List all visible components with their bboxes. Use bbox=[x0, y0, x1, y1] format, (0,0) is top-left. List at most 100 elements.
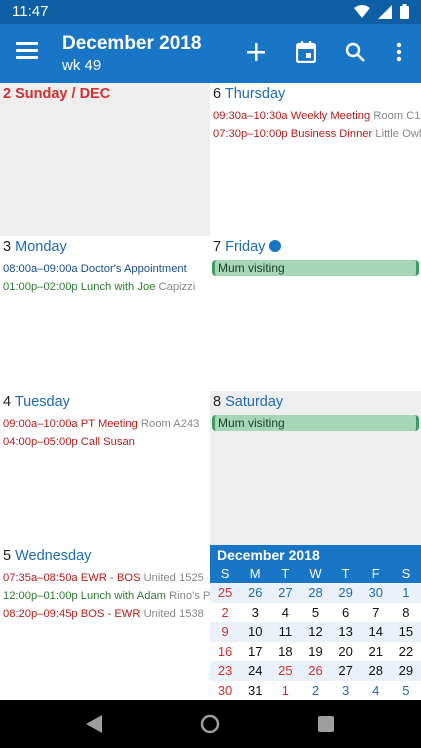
mini-calendar-day[interactable]: 27 bbox=[270, 583, 301, 603]
mini-calendar-day[interactable]: 21 bbox=[361, 642, 391, 662]
mini-calendar-day[interactable]: 1 bbox=[270, 681, 300, 701]
mini-calendar-day[interactable]: 9 bbox=[210, 622, 241, 642]
day-cell-tuesday[interactable]: 4 Tuesday 09:00a–10:00a PT Meeting Room … bbox=[0, 391, 210, 545]
mini-calendar-day[interactable]: 1 bbox=[390, 583, 421, 603]
mini-calendar-day[interactable]: 6 bbox=[331, 603, 361, 623]
mini-calendar-day[interactable]: 13 bbox=[330, 622, 361, 642]
mini-calendar-day[interactable]: 29 bbox=[330, 583, 361, 603]
page-title[interactable]: December 2018 bbox=[62, 33, 201, 55]
event-item[interactable]: 04:00p–05:00p Call Susan bbox=[3, 433, 210, 451]
search-icon bbox=[345, 42, 365, 62]
weekday-label: T bbox=[281, 566, 290, 581]
event-item[interactable]: 07:35a–08:50a EWR - BOS United 1525 bbox=[3, 569, 210, 587]
mini-calendar-day[interactable]: 15 bbox=[390, 622, 421, 642]
today-indicator bbox=[269, 240, 282, 252]
app-bar: December 2018 wk 49 bbox=[0, 24, 421, 83]
day-header-friday: 7 Friday bbox=[213, 239, 282, 255]
mini-calendar-day[interactable]: 19 bbox=[300, 642, 330, 662]
back-icon bbox=[86, 715, 102, 733]
day-header-tuesday: 4 Tuesday bbox=[3, 394, 70, 410]
mini-calendar-day[interactable]: 18 bbox=[270, 642, 300, 662]
weekday-label: W bbox=[309, 566, 322, 581]
recents-button[interactable] bbox=[316, 714, 336, 734]
event-item[interactable]: 07:30p–10:00p Business Dinner Little Owl bbox=[213, 125, 421, 143]
mini-calendar-day[interactable]: 28 bbox=[300, 583, 331, 603]
day-cell-friday[interactable]: 7 Friday Mum visiting bbox=[210, 236, 421, 391]
mini-calendar-day[interactable]: 20 bbox=[331, 642, 361, 662]
mini-calendar-day[interactable]: 22 bbox=[391, 642, 421, 662]
recents-icon bbox=[318, 716, 334, 732]
mini-calendar-day[interactable]: 28 bbox=[360, 661, 391, 681]
event-item[interactable]: 09:00a–10:00a PT Meeting Room A243 bbox=[3, 415, 210, 433]
event-item[interactable]: 12:00p–01:00p Lunch with Adam Rino's P bbox=[3, 587, 210, 605]
signal-icon bbox=[378, 4, 392, 19]
weekday-label: F bbox=[371, 566, 380, 581]
weekday-label: M bbox=[249, 566, 261, 581]
mini-calendar-day[interactable]: 25 bbox=[210, 583, 241, 603]
mini-calendar-title[interactable]: December 2018 bbox=[210, 545, 421, 565]
home-button[interactable] bbox=[200, 714, 220, 734]
weekday-header: S M T W T F S bbox=[210, 565, 421, 583]
status-bar: 11:47 bbox=[0, 0, 421, 24]
mini-calendar-day[interactable]: 10 bbox=[240, 622, 271, 642]
more-vert-icon bbox=[396, 42, 402, 62]
mini-calendar-day[interactable]: 4 bbox=[270, 603, 300, 623]
status-time: 11:47 bbox=[12, 3, 49, 20]
mini-calendar-day[interactable]: 12 bbox=[300, 622, 331, 642]
all-day-event[interactable]: Mum visiting bbox=[212, 260, 419, 276]
mini-calendar-day[interactable]: 27 bbox=[330, 661, 361, 681]
mini-calendar-day[interactable]: 23 bbox=[210, 661, 241, 681]
mini-calendar-day[interactable]: 2 bbox=[210, 603, 240, 623]
weekday-label: T bbox=[341, 566, 350, 581]
plus-icon bbox=[247, 43, 265, 61]
mini-calendar-day[interactable]: 31 bbox=[240, 681, 270, 701]
mini-calendar-day[interactable]: 2 bbox=[300, 681, 330, 701]
mini-calendar-day[interactable]: 26 bbox=[300, 661, 331, 681]
all-day-event[interactable]: Mum visiting bbox=[212, 415, 419, 431]
mini-calendar-day[interactable]: 24 bbox=[240, 661, 271, 681]
back-button[interactable] bbox=[84, 714, 104, 734]
mini-calendar-day[interactable]: 7 bbox=[361, 603, 391, 623]
event-item[interactable]: 09:30a–10:30a Weekly Meeting Room C13 bbox=[213, 107, 421, 125]
calendar-icon bbox=[296, 41, 316, 63]
mini-calendar-day[interactable]: 26 bbox=[240, 583, 271, 603]
mini-calendar-day[interactable]: 30 bbox=[360, 583, 391, 603]
mini-calendar-day[interactable]: 5 bbox=[300, 603, 330, 623]
mini-calendar-day[interactable]: 17 bbox=[240, 642, 270, 662]
mini-calendar-day[interactable]: 3 bbox=[240, 603, 270, 623]
search-button[interactable] bbox=[343, 40, 367, 64]
mini-calendar-day[interactable]: 5 bbox=[391, 681, 421, 701]
mini-calendar-day[interactable]: 25 bbox=[270, 661, 301, 681]
day-cell-thursday[interactable]: 6 Thursday 09:30a–10:30a Weekly Meeting … bbox=[210, 83, 421, 236]
mini-calendar-day[interactable]: 4 bbox=[361, 681, 391, 701]
mini-month-calendar[interactable]: December 2018 S M T W T F S 25 26 27 28 … bbox=[210, 545, 421, 700]
day-cell-sunday[interactable]: 2 Sunday / DEC bbox=[0, 83, 210, 236]
mini-calendar-day[interactable]: 14 bbox=[360, 622, 391, 642]
event-item[interactable]: 08:00a–09:00a Doctor's Appointment bbox=[3, 260, 210, 278]
status-icons bbox=[354, 4, 409, 19]
mini-calendar-grid: 25 26 27 28 29 30 1 2 3 4 5 6 7 8 9 10 1… bbox=[210, 583, 421, 700]
mini-calendar-day[interactable]: 8 bbox=[391, 603, 421, 623]
day-cell-monday[interactable]: 3 Monday 08:00a–09:00a Doctor's Appointm… bbox=[0, 236, 210, 391]
event-item[interactable]: 08:20p–09:45p BOS - EWR United 1538 bbox=[3, 605, 210, 623]
day-header-monday: 3 Monday bbox=[3, 239, 67, 255]
home-icon bbox=[200, 714, 220, 734]
mini-calendar-day[interactable]: 30 bbox=[210, 681, 240, 701]
menu-icon[interactable] bbox=[16, 42, 38, 59]
event-item[interactable]: 01:00p–02:00p Lunch with Joe Capizzi bbox=[3, 278, 210, 296]
day-cell-wednesday[interactable]: 5 Wednesday 07:35a–08:50a EWR - BOS Unit… bbox=[0, 545, 210, 700]
weekday-label: S bbox=[220, 566, 230, 581]
mini-calendar-day[interactable]: 16 bbox=[210, 642, 240, 662]
mini-calendar-day[interactable]: 29 bbox=[390, 661, 421, 681]
week-label: wk 49 bbox=[62, 57, 102, 74]
mini-calendar-day[interactable]: 3 bbox=[331, 681, 361, 701]
day-header-sunday: 2 Sunday / DEC bbox=[3, 86, 111, 102]
overflow-menu-button[interactable] bbox=[387, 40, 411, 64]
go-to-date-button[interactable] bbox=[294, 40, 318, 64]
day-cell-saturday[interactable]: 8 Saturday Mum visiting bbox=[210, 391, 421, 545]
day-header-thursday: 6 Thursday bbox=[213, 86, 286, 102]
mini-calendar-day[interactable]: 11 bbox=[270, 622, 301, 642]
add-event-button[interactable] bbox=[244, 40, 268, 64]
battery-icon bbox=[400, 4, 409, 19]
weekday-label: S bbox=[401, 566, 411, 581]
